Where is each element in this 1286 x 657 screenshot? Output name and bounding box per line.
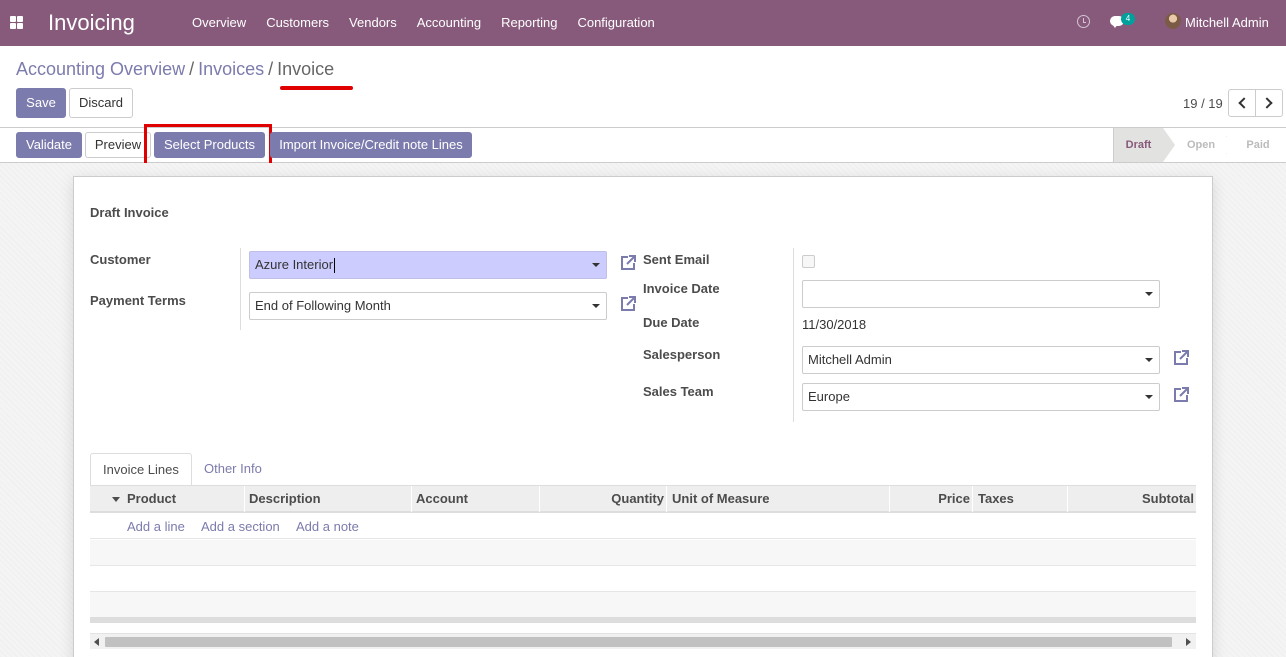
stage-draft[interactable]: Draft — [1113, 128, 1175, 162]
due-date-value: 11/30/2018 — [802, 317, 867, 332]
add-line-row: Add a line Add a section Add a note — [90, 513, 1196, 539]
column-description[interactable]: Description — [249, 486, 321, 512]
breadcrumb-current: Invoice — [277, 59, 335, 79]
menu-item-overview[interactable]: Overview — [182, 0, 256, 46]
tab-other-info[interactable]: Other Info — [192, 453, 274, 487]
table-row-empty — [90, 592, 1196, 618]
save-button[interactable]: Save — [16, 88, 66, 118]
import-invoice-lines-button[interactable]: Import Invoice/Credit note Lines — [270, 132, 472, 158]
invoice-date-label: Invoice Date — [643, 281, 720, 296]
payment-terms-value: End of Following Month — [255, 298, 391, 313]
breadcrumb: Accounting Overview / Invoices / Invoice — [16, 59, 334, 80]
column-account[interactable]: Account — [416, 486, 468, 512]
stage-open[interactable]: Open — [1175, 128, 1227, 162]
column-quantity[interactable]: Quantity — [544, 486, 664, 512]
due-date-label: Due Date — [643, 315, 700, 330]
pager-previous-button[interactable] — [1228, 89, 1256, 117]
table-row-empty — [90, 566, 1196, 592]
external-link-icon[interactable] — [1172, 349, 1190, 365]
user-menu[interactable]: Mitchell Admin — [1185, 15, 1269, 30]
column-price[interactable]: Price — [890, 486, 970, 512]
sent-email-label: Sent Email — [643, 252, 710, 267]
messages-count-badge: 4 — [1121, 13, 1135, 25]
column-taxes[interactable]: Taxes — [978, 486, 1014, 512]
table-row-empty — [90, 540, 1196, 566]
sales-team-field[interactable]: Europe — [802, 383, 1160, 411]
app-title: Invoicing — [48, 10, 135, 35]
activity-clock-icon[interactable] — [1077, 15, 1090, 28]
caret-down-icon[interactable] — [592, 263, 600, 267]
annotation-underline — [280, 86, 353, 90]
caret-down-icon[interactable] — [1145, 292, 1153, 296]
add-line-link[interactable]: Add a line — [127, 519, 185, 534]
external-link-icon[interactable] — [619, 295, 637, 311]
salesperson-value: Mitchell Admin — [808, 352, 892, 367]
menu-item-vendors[interactable]: Vendors — [339, 0, 407, 46]
caret-down-icon[interactable] — [592, 304, 600, 308]
status-bar: Validate Preview Select Products Import … — [0, 124, 1286, 166]
menu-item-customers[interactable]: Customers — [256, 0, 339, 46]
handle-column-caret-icon[interactable] — [112, 497, 120, 502]
caret-down-icon[interactable] — [1145, 395, 1153, 399]
scroll-left-arrow-icon[interactable] — [94, 638, 99, 646]
chevron-left-icon — [1238, 97, 1250, 109]
stage-paid[interactable]: Paid — [1235, 128, 1281, 162]
text-cursor — [334, 258, 336, 274]
validate-button[interactable]: Validate — [16, 132, 82, 158]
stage-divider — [1226, 128, 1227, 162]
menu-item-configuration[interactable]: Configuration — [567, 0, 664, 46]
user-avatar[interactable] — [1165, 13, 1181, 29]
pager-value: 19 / 19 — [1183, 96, 1223, 111]
discard-button[interactable]: Discard — [69, 88, 133, 118]
column-unit-of-measure[interactable]: Unit of Measure — [672, 486, 770, 512]
apps-menu-icon[interactable] — [10, 16, 23, 29]
customer-label: Customer — [90, 252, 151, 267]
menu-item-reporting[interactable]: Reporting — [491, 0, 567, 46]
field-group-divider — [793, 248, 794, 422]
caret-down-icon[interactable] — [1145, 358, 1153, 362]
invoice-date-field[interactable] — [802, 280, 1160, 308]
sent-email-checkbox[interactable] — [802, 255, 815, 268]
scroll-right-arrow-icon[interactable] — [1186, 638, 1191, 646]
chevron-right-icon — [1261, 97, 1273, 109]
top-navbar: Invoicing Overview Customers Vendors Acc… — [0, 0, 1286, 46]
form-heading: Draft Invoice — [90, 205, 169, 220]
add-note-link[interactable]: Add a note — [296, 519, 359, 534]
select-products-button[interactable]: Select Products — [154, 132, 265, 158]
customer-field[interactable]: Azure Interior — [249, 251, 607, 279]
main-menu: Overview Customers Vendors Accounting Re… — [182, 0, 665, 46]
pager-next-button[interactable] — [1255, 89, 1283, 117]
preview-button[interactable]: Preview — [85, 132, 151, 158]
external-link-icon[interactable] — [619, 254, 637, 270]
salesperson-field[interactable]: Mitchell Admin — [802, 346, 1160, 374]
salesperson-label: Salesperson — [643, 347, 721, 362]
breadcrumb-separator: / — [268, 59, 274, 79]
notebook-tabs: Invoice Lines Other Info — [90, 451, 1196, 487]
field-group-divider — [240, 248, 241, 330]
breadcrumb-accounting-overview[interactable]: Accounting Overview — [16, 59, 185, 79]
payment-terms-label: Payment Terms — [90, 293, 186, 308]
column-subtotal[interactable]: Subtotal — [1070, 486, 1194, 512]
tab-invoice-lines[interactable]: Invoice Lines — [90, 453, 192, 487]
horizontal-scrollbar[interactable] — [90, 633, 1196, 649]
invoice-lines-header: Product Description Account Quantity Uni… — [90, 485, 1196, 513]
payment-terms-field[interactable]: End of Following Month — [249, 292, 607, 320]
sales-team-label: Sales Team — [643, 384, 714, 399]
menu-item-accounting[interactable]: Accounting — [407, 0, 491, 46]
sales-team-value: Europe — [808, 389, 850, 404]
add-section-link[interactable]: Add a section — [201, 519, 280, 534]
control-panel: Accounting Overview / Invoices / Invoice Sav… — [0, 46, 1286, 128]
scrollbar-thumb[interactable] — [105, 637, 1172, 647]
breadcrumb-separator: / — [189, 59, 195, 79]
breadcrumb-invoices[interactable]: Invoices — [198, 59, 264, 79]
external-link-icon[interactable] — [1172, 386, 1190, 402]
customer-value: Azure Interior — [255, 257, 334, 272]
column-product[interactable]: Product — [127, 486, 176, 512]
table-footer — [90, 617, 1196, 623]
